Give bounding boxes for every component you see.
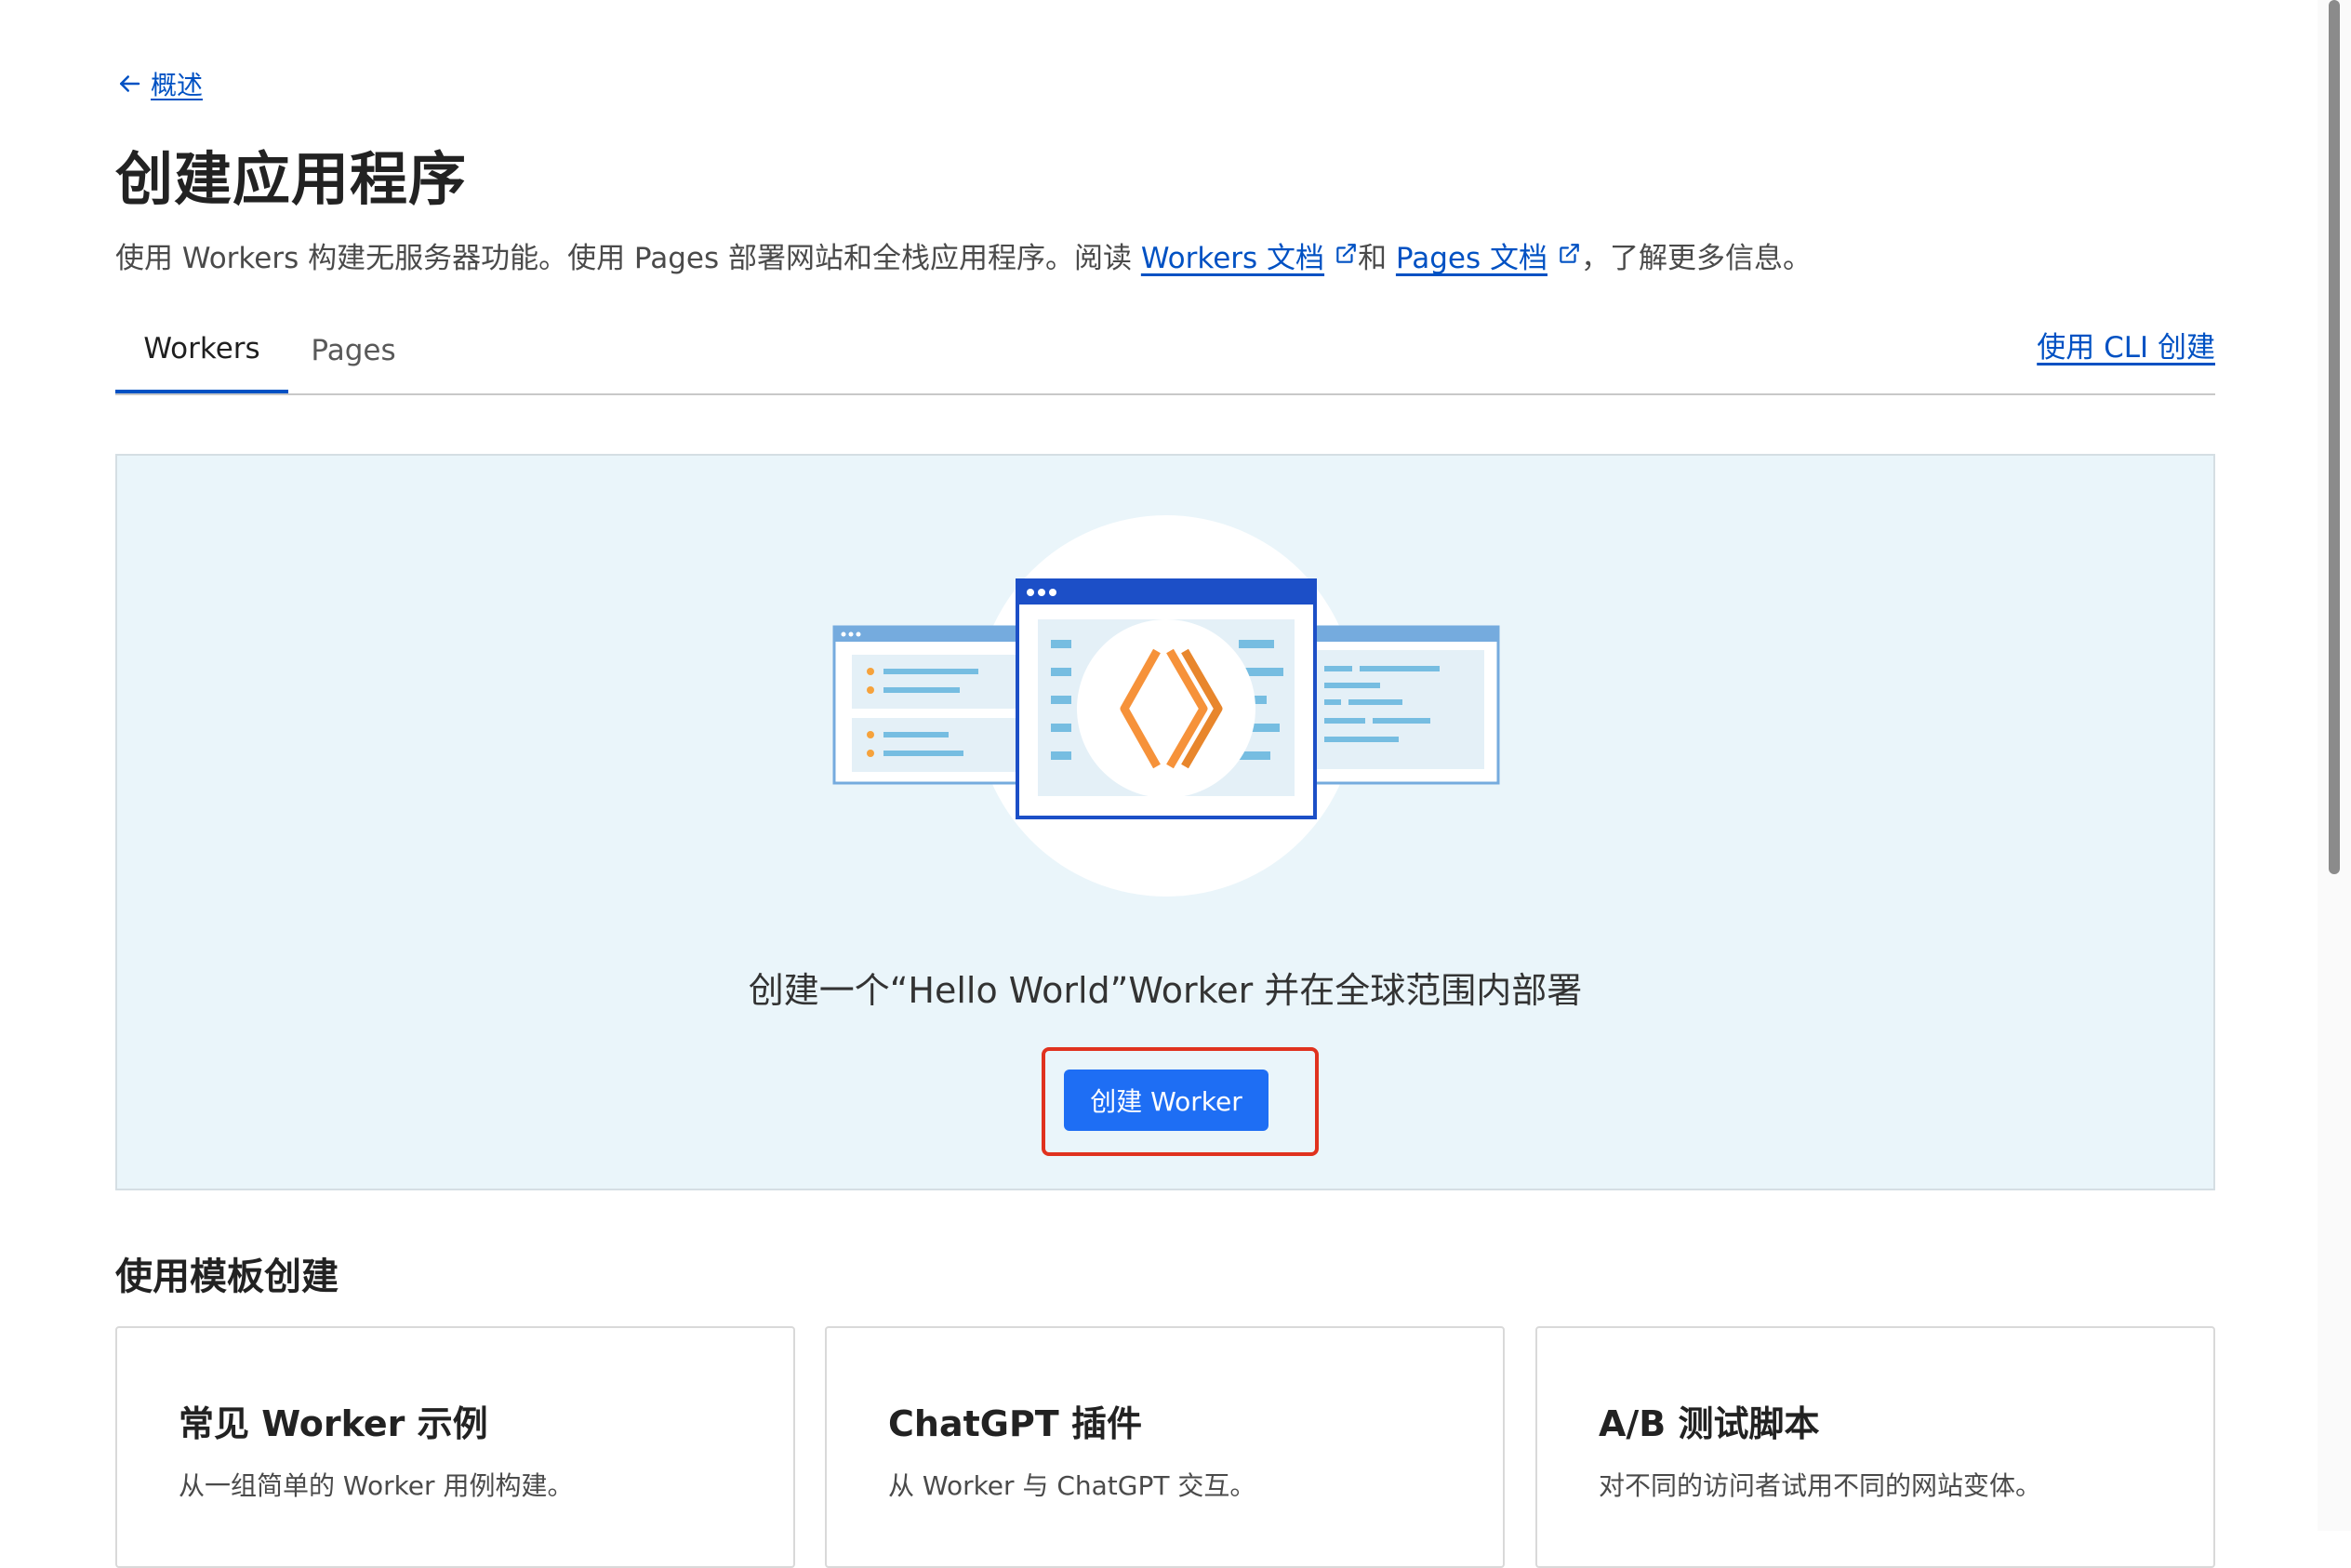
tab-pages[interactable]: Pages	[298, 307, 409, 393]
hello-world-panel: 创建一个“Hello World”Worker 并在全球范围内部署 创建 Wor…	[115, 454, 2215, 1190]
intro-text-middle: 和	[1358, 242, 1396, 275]
page-title: 创建应用程序	[115, 145, 468, 213]
template-card-chatgpt-plugin[interactable]: ChatGPT 插件 从 Worker 与 ChatGPT 交互。	[825, 1326, 1505, 1568]
template-card-description: 对不同的访问者试用不同的网站变体。	[1599, 1470, 2042, 1501]
intro-text-end: ，了解更多信息。	[1580, 242, 1812, 275]
page-scrollbar[interactable]	[2318, 0, 2351, 1531]
arrow-left-icon	[120, 75, 140, 92]
hello-world-heading: 创建一个“Hello World”Worker 并在全球范围内部署	[748, 970, 1583, 1011]
back-to-overview-link[interactable]: 概述	[115, 65, 203, 102]
workers-code-brackets-icon	[832, 515, 1500, 897]
workers-docs-link[interactable]: Workers 文档	[1141, 242, 1324, 275]
template-card-title: 常见 Worker 示例	[179, 1403, 488, 1444]
create-worker-button[interactable]: 创建 Worker	[1064, 1070, 1268, 1131]
intro-text: 使用 Workers 构建无服务器功能。使用 Pages 部署网站和全栈应用程序…	[115, 234, 1812, 276]
external-link-icon[interactable]	[1557, 242, 1581, 266]
template-card-title: ChatGPT 插件	[888, 1403, 1142, 1444]
template-card-common-examples[interactable]: 常见 Worker 示例 从一组简单的 Worker 用例构建。	[115, 1326, 795, 1568]
back-link-label[interactable]: 概述	[151, 65, 203, 102]
app-type-tabs: Workers Pages	[115, 307, 2215, 395]
template-card-ab-testing[interactable]: A/B 测试脚本 对不同的访问者试用不同的网站变体。	[1535, 1326, 2215, 1568]
template-card-title: A/B 测试脚本	[1599, 1403, 1820, 1444]
create-with-cli-link[interactable]: 使用 CLI 创建	[2037, 324, 2215, 365]
external-link-icon[interactable]	[1334, 242, 1358, 266]
scrollbar-thumb[interactable]	[2329, 0, 2340, 874]
intro-text-start: 使用 Workers 构建无服务器功能。使用 Pages 部署网站和全栈应用程序…	[115, 242, 1141, 275]
pages-docs-link[interactable]: Pages 文档	[1396, 242, 1547, 275]
template-card-description: 从 Worker 与 ChatGPT 交互。	[888, 1470, 1256, 1501]
templates-section-title: 使用模板创建	[115, 1256, 339, 1298]
tab-workers[interactable]: Workers	[115, 307, 288, 393]
template-card-description: 从一组简单的 Worker 用例构建。	[179, 1470, 574, 1501]
